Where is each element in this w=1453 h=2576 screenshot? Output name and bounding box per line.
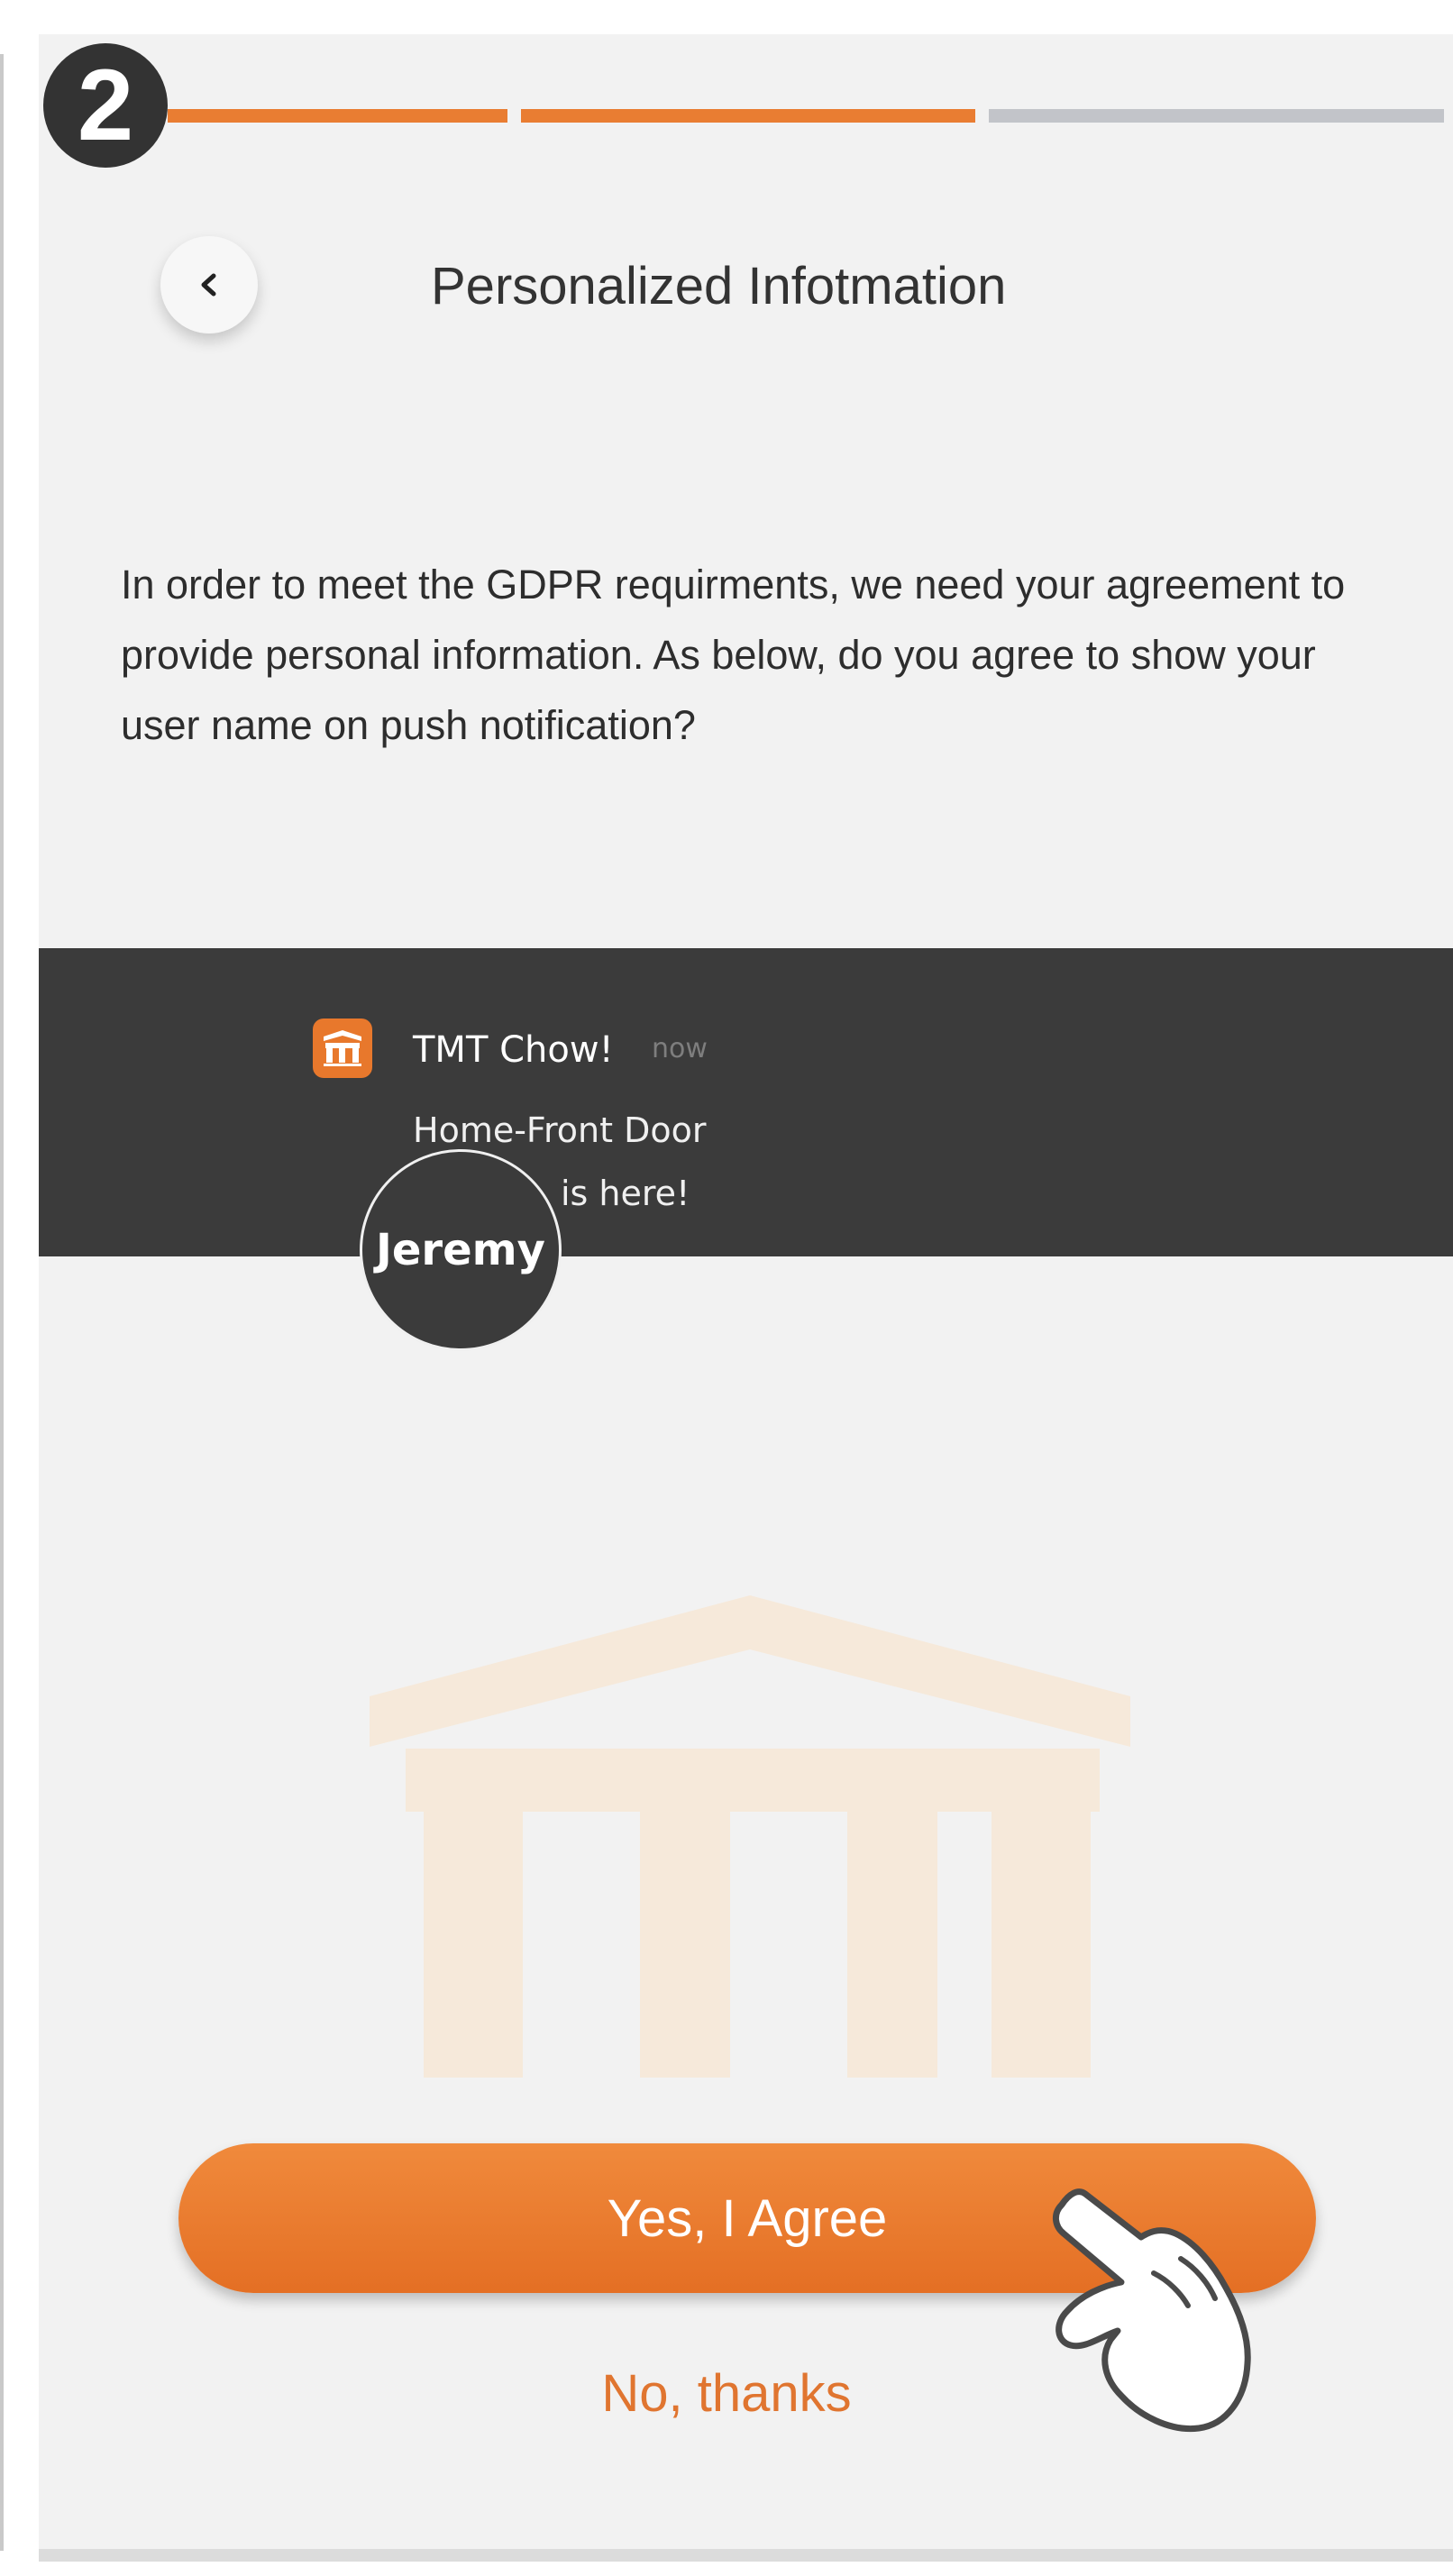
frame-bottom-border [39,2549,1453,2562]
chevron-left-icon [201,273,216,297]
back-button[interactable] [160,236,258,333]
progress-segment-1 [168,109,507,123]
page-title: Personalized Infotmation [431,257,1007,315]
progress-segment-2 [521,109,975,123]
user-name-highlight: Jeremy [360,1149,562,1351]
notification-line-2: is here! [561,1174,690,1213]
progress-segment-3 [989,109,1444,123]
tap-hand-icon [1053,2188,1251,2433]
user-name-label: Jeremy [376,1225,545,1275]
step-number-badge: 2 [43,43,168,168]
notification-app-name: TMT Chow! [413,1029,614,1071]
tmt-logo-watermark [370,1595,1130,2078]
notification-preview [39,948,1453,1256]
gdpr-description: In order to meet the GDPR requirments, w… [121,562,1346,748]
notification-line-1: Home-Front Door [413,1110,707,1150]
notification-time: now [652,1033,708,1064]
tmt-app-icon [313,1019,372,1078]
frame-left-border [0,54,4,2551]
